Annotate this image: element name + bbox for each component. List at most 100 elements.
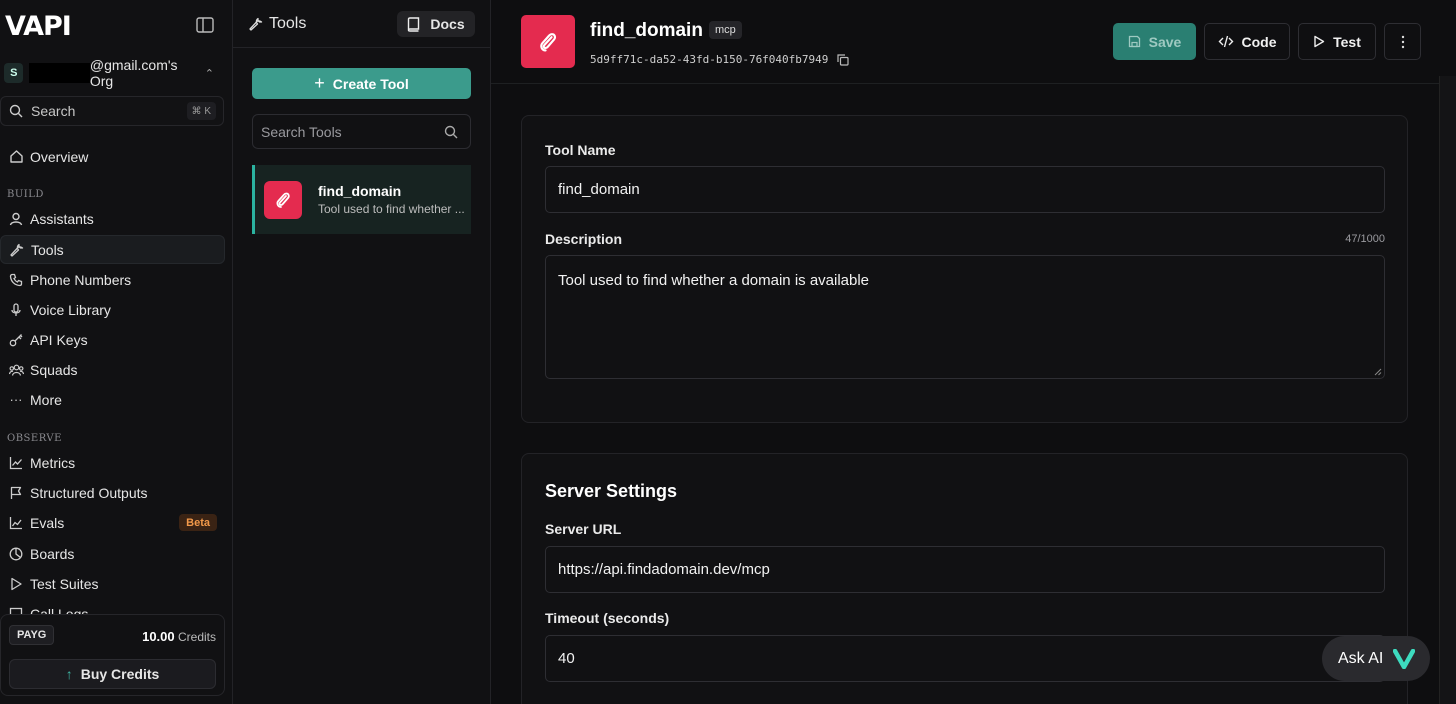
chevron-updown-icon: ⌃ [204,67,215,80]
org-switcher[interactable]: S @gmail.com's Org ⌃ [4,57,215,89]
nav-api-keys[interactable]: API Keys [0,325,225,354]
nav-overview[interactable]: Overview [0,142,225,171]
tool-name-input[interactable]: find_domain [545,166,1385,213]
description-textarea[interactable]: Tool used to find whether a domain is av… [545,255,1385,379]
nav-squads[interactable]: Squads [0,355,225,384]
main-scrollbar[interactable] [1439,76,1456,704]
tool-header: find_domain mcp 5d9ff71c-da52-43fd-b150-… [491,0,1439,84]
home-icon [8,149,24,165]
save-label: Save [1148,33,1182,50]
app-root: VAPI S @gmail.com's Org ⌃ Search ⌘ K Ove… [0,0,1456,704]
credits-balance: 10.00 Credits [142,629,216,644]
more-options-button[interactable] [1384,23,1421,60]
tool-item-name: find_domain [318,183,402,199]
nav-tools-label: Tools [31,241,64,258]
nav-metrics[interactable]: Metrics [0,448,225,477]
description-label: Description [545,231,623,247]
nav-voice-label: Voice Library [30,301,111,318]
docs-button[interactable]: Docs [397,11,475,37]
nav-metrics-label: Metrics [30,454,76,471]
pie-icon [8,546,24,562]
nav-test-suites[interactable]: Test Suites [0,569,225,598]
paperclip-icon [521,15,575,68]
nav-tools[interactable]: Tools [0,235,225,264]
test-button[interactable]: Test [1298,23,1376,60]
resize-handle-icon[interactable] [1374,368,1382,376]
nav-voice-library[interactable]: Voice Library [0,295,225,324]
test-label: Test [1333,33,1361,50]
chart-icon [8,515,24,531]
nav-boards[interactable]: Boards [0,539,225,568]
tool-title: find_domain [590,20,703,41]
code-label: Code [1241,33,1277,50]
tool-list-item[interactable]: find_domain Tool used to find whether ..… [252,165,471,234]
play-icon [8,576,24,592]
sidebar-toggle-icon[interactable] [196,17,214,33]
server-url-value: https://api.findadomain.dev/mcp [558,561,770,578]
users-icon [8,362,24,378]
nav-call-logs[interactable]: Call Logs [0,599,225,614]
copy-icon[interactable] [837,53,850,66]
wrench-icon [249,17,263,31]
user-icon [8,211,24,227]
buy-credits-button[interactable]: ↑ Buy Credits [9,659,216,689]
server-settings-title: Server Settings [545,481,678,501]
ellipsis-icon: ··· [9,392,23,407]
nav-boards-label: Boards [30,545,75,562]
search-icon [444,125,458,139]
vapi-logo[interactable]: VAPI [5,11,72,42]
section-build: BUILD [7,189,44,200]
description-value: Tool used to find whether a domain is av… [558,272,870,289]
create-tool-label: Create Tool [332,75,409,92]
tool-id-value: 5d9ff71c-da52-43fd-b150-76f040fb7949 [590,53,829,66]
kebab-icon [1401,35,1405,49]
tool-id: 5d9ff71c-da52-43fd-b150-76f040fb7949 [590,53,850,66]
timeout-input[interactable]: 40 [545,635,1385,682]
tool-editor: find_domain mcp 5d9ff71c-da52-43fd-b150-… [491,0,1439,704]
plan-badge: PAYG [9,625,55,645]
tool-item-desc: Tool used to find whether ... [318,202,465,216]
server-url-input[interactable]: https://api.findadomain.dev/mcp [545,546,1385,593]
phone-icon [8,272,24,288]
credits-label: Credits [177,630,216,644]
description-char-count: 47/1000 [1345,233,1385,245]
redacted-email [29,63,90,83]
ask-ai-button[interactable]: Ask AI [1322,636,1430,681]
arrow-up-icon: ↑ [65,666,73,682]
vapi-v-icon [1393,648,1416,669]
flag-icon [8,485,24,501]
book-icon [407,16,420,32]
paperclip-icon [264,180,302,219]
chart-line-icon [8,455,24,471]
tools-search-input[interactable]: Search Tools [252,114,471,149]
list-icon [8,606,24,614]
nav-phone-label: Phone Numbers [30,271,132,288]
nav-more[interactable]: ··· More [0,385,225,414]
credits-value: 10.00 [142,629,175,644]
nav-structured-outputs-label: Structured Outputs [30,484,148,501]
nav-test-suites-label: Test Suites [30,575,99,592]
create-tool-button[interactable]: + Create Tool [252,68,471,99]
org-avatar: S [4,63,24,83]
nav-assistants[interactable]: Assistants [0,204,225,233]
save-button[interactable]: Save [1113,23,1196,60]
nav-phone-numbers[interactable]: Phone Numbers [0,265,225,294]
search-label: Search [31,103,76,119]
sidebar: VAPI S @gmail.com's Org ⌃ Search ⌘ K Ove… [0,0,233,704]
buy-credits-label: Buy Credits [80,666,160,682]
timeout-value: 40 [558,650,575,667]
tools-header: Tools Docs [233,0,491,48]
nav-structured-outputs[interactable]: Structured Outputs [0,478,225,507]
tool-name-label: Tool Name [545,142,616,158]
global-search[interactable]: Search ⌘ K [0,96,224,126]
nav-call-logs-label: Call Logs [30,606,89,614]
nav-assistants-label: Assistants [30,210,94,227]
nav-more-label: More [30,391,62,408]
nav-api-keys-label: API Keys [30,331,88,348]
tools-panel: Tools Docs + Create Tool Search Tools fi… [233,0,491,704]
nav-evals[interactable]: Evals Beta [0,508,225,537]
code-icon [1218,35,1234,48]
floppy-icon [1128,35,1141,48]
nav-squads-label: Squads [30,361,78,378]
code-button[interactable]: Code [1204,23,1290,60]
